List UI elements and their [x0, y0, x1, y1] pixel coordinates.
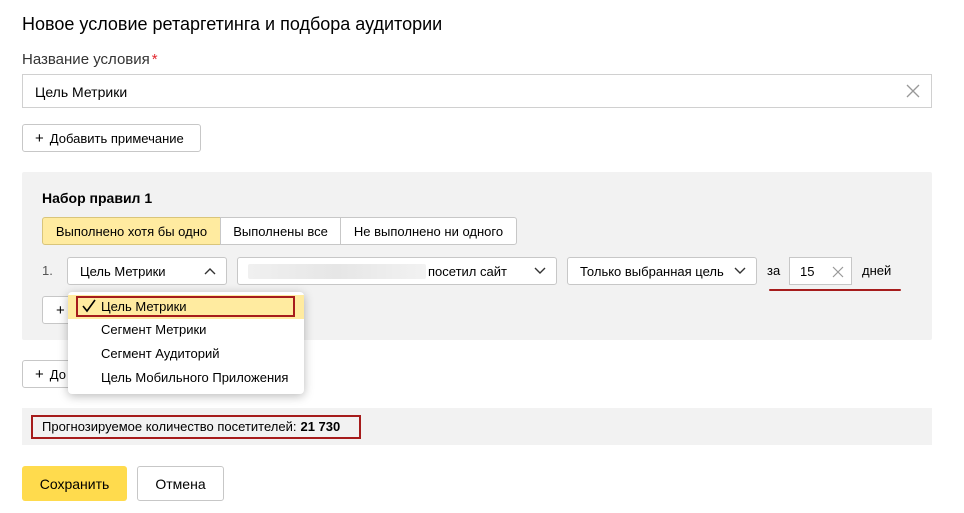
tab-at-least-one[interactable]: Выполнено хотя бы одно [42, 217, 221, 245]
annotation-underline [769, 289, 901, 291]
cancel-button[interactable]: Отмена [137, 466, 224, 501]
dropdown-option-audience-segment[interactable]: Сегмент Аудиторий [68, 342, 304, 366]
forecast-label: Прогнозируемое количество посетителей: [42, 419, 297, 434]
goal-select[interactable]: посетил сайт [237, 257, 557, 285]
forecast-value: 21 730 [300, 419, 341, 434]
dropdown-option-label: Сегмент Метрики [101, 322, 207, 337]
chevron-down-icon [534, 267, 546, 274]
goal-scope-value: Только выбранная цель [580, 264, 724, 279]
plus-icon: + [35, 129, 44, 147]
required-mark: * [151, 51, 158, 68]
clear-icon[interactable] [904, 82, 922, 100]
goal-scope-select[interactable]: Только выбранная цель [567, 257, 757, 285]
clear-icon[interactable] [832, 266, 844, 278]
days-value: 15 [800, 264, 815, 279]
days-input[interactable]: 15 [789, 257, 852, 285]
tab-all[interactable]: Выполнены все [220, 217, 341, 245]
za-label: за [767, 263, 781, 278]
annotation-frame [76, 296, 295, 317]
tab-none[interactable]: Не выполнено ни одного [340, 217, 517, 245]
condition-name-value: Цель Метрики [35, 84, 128, 100]
dropdown-option-label: Цель Мобильного Приложения [101, 370, 289, 385]
plus-icon: + [35, 365, 44, 383]
goal-value: посетил сайт [428, 264, 507, 279]
blurred-goal-name [248, 264, 426, 279]
page-title: Новое условие ретаргетинга и подбора ауд… [22, 14, 443, 34]
condition-type-value: Цель Метрики [80, 264, 166, 279]
condition-name-label-text: Название условия [22, 51, 150, 68]
rule-number: 1. [42, 263, 53, 278]
chevron-down-icon [734, 267, 746, 274]
dropdown-option-metrika-segment[interactable]: Сегмент Метрики [68, 318, 304, 342]
days-label: дней [862, 263, 892, 278]
save-button[interactable]: Сохранить [22, 466, 127, 501]
dropdown-option-app-goal[interactable]: Цель Мобильного Приложения [68, 366, 304, 390]
condition-name-input[interactable]: Цель Метрики [22, 74, 932, 108]
chevron-up-icon [204, 268, 216, 275]
add-note-button[interactable]: + Добавить примечание [22, 124, 201, 152]
plus-icon: + [56, 301, 65, 319]
dropdown-option-label: Сегмент Аудиторий [101, 346, 220, 361]
condition-type-select[interactable]: Цель Метрики [67, 257, 227, 285]
add-ruleset-label: До [49, 366, 66, 382]
ruleset-title: Набор правил 1 [42, 190, 153, 206]
condition-type-dropdown: Цель Метрики Сегмент Метрики Сегмент Ауд… [68, 292, 304, 394]
condition-name-label: Название условия * [22, 51, 158, 69]
forecast-annotation: Прогнозируемое количество посетителей: 21… [31, 415, 361, 439]
add-note-label: Добавить примечание [49, 130, 184, 146]
